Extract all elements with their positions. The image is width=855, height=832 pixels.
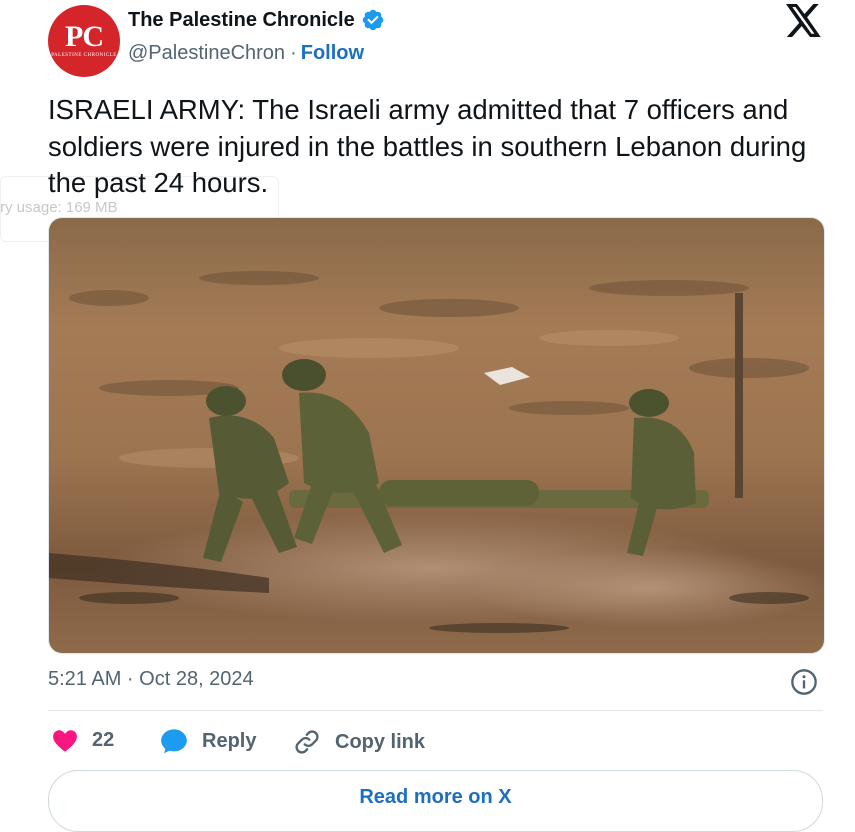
divider [48, 710, 823, 711]
like-button[interactable]: 22 [52, 728, 114, 752]
author-handle-row: @PalestineChron · Follow [128, 42, 364, 65]
follow-button[interactable]: Follow [301, 42, 364, 65]
tweet-timestamp[interactable]: 5:21 AM · Oct 28, 2024 [48, 668, 254, 691]
info-icon[interactable] [790, 668, 818, 696]
author-name[interactable]: The Palestine Chronicle [128, 9, 355, 32]
handle-separator: · [290, 42, 297, 64]
tweet-photo[interactable] [48, 217, 825, 654]
avatar-monogram: PC [65, 20, 104, 53]
link-icon [295, 730, 319, 754]
author-avatar[interactable]: PC PALESTINE CHRONICLE [48, 5, 120, 77]
author-name-row: The Palestine Chronicle [128, 8, 385, 32]
avatar-subtext: PALESTINE CHRONICLE [51, 53, 117, 58]
like-count: 22 [92, 728, 115, 751]
reply-button[interactable]: Reply [160, 728, 256, 754]
reply-label: Reply [202, 729, 257, 752]
photo-soldiers-stretcher [49, 218, 824, 653]
verified-badge-icon [362, 9, 383, 31]
author-handle[interactable]: @PalestineChron [128, 42, 285, 65]
memory-usage-text: ry usage: 169 MB [0, 199, 118, 216]
speech-bubble-icon [161, 729, 187, 754]
copy-link-button[interactable]: Copy link [293, 728, 425, 756]
copy-link-label: Copy link [335, 730, 426, 753]
x-logo-icon[interactable] [786, 4, 822, 37]
tweet-text: ISRAELI ARMY: The Israeli army admitted … [48, 94, 807, 198]
read-more-button[interactable]: Read more on X [48, 770, 823, 832]
heart-icon [53, 730, 77, 752]
